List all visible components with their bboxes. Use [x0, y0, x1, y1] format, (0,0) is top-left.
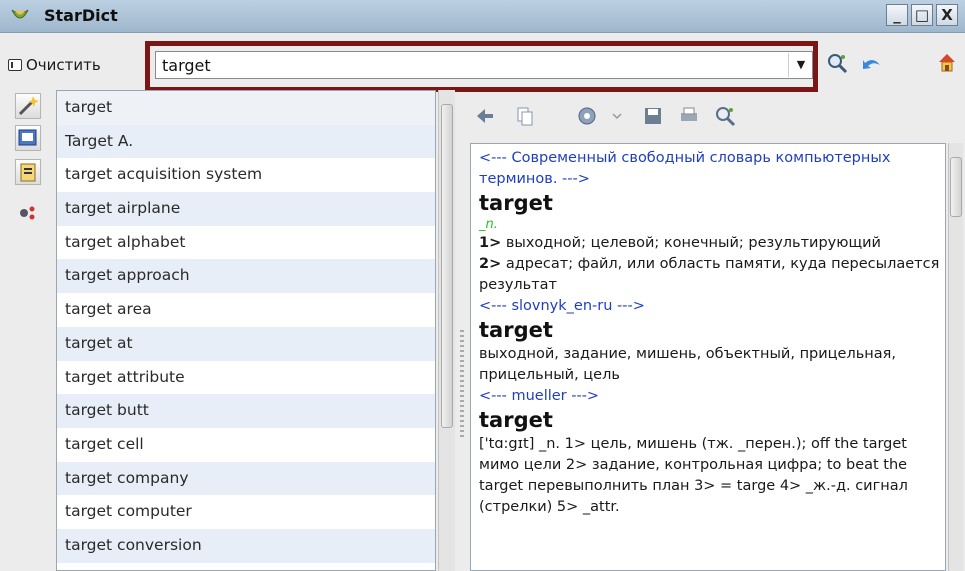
- main-toolbar: Очистить ▼: [0, 33, 965, 92]
- dictionary-source-label: <--- Современный свободный словарь компь…: [479, 150, 891, 187]
- maximize-button[interactable]: □: [911, 4, 933, 26]
- search-highlight-box: [145, 41, 818, 92]
- definition-scrollbar[interactable]: [948, 143, 963, 571]
- word-list[interactable]: target Target A. target acquisition syst…: [56, 90, 436, 571]
- definition-pane[interactable]: <--- Современный свободный словарь компь…: [470, 143, 946, 571]
- copy-icon[interactable]: [514, 105, 536, 127]
- headword: target: [479, 318, 553, 342]
- clipboard-icon: [20, 163, 36, 182]
- definition-toolbar: [470, 95, 950, 135]
- list-item[interactable]: target airplane: [57, 192, 435, 226]
- sense-text: выходной; целевой; конечный; результирую…: [501, 235, 881, 251]
- dictionary-icon: [18, 129, 37, 146]
- sense-number: 1>: [479, 235, 502, 251]
- list-item[interactable]: target butt: [57, 394, 435, 428]
- pane-splitter[interactable]: [460, 330, 464, 440]
- dict-manage-button[interactable]: [15, 125, 41, 151]
- scrollbar-thumb[interactable]: [950, 157, 962, 217]
- magic-wand-icon: [18, 96, 39, 116]
- back-icon[interactable]: [474, 105, 496, 127]
- list-item[interactable]: Target A.: [57, 124, 435, 159]
- back-arrow-icon[interactable]: [861, 53, 883, 75]
- search-icon[interactable]: [826, 52, 848, 74]
- print-icon[interactable]: [678, 105, 700, 127]
- list-item[interactable]: target at: [57, 326, 435, 361]
- headword: target: [479, 191, 553, 215]
- clear-button[interactable]: Очистить: [26, 56, 101, 74]
- list-item[interactable]: target conversion: [57, 528, 435, 563]
- list-item[interactable]: target: [57, 91, 435, 125]
- definition-line: 1> выходной; целевой; конечный; результи…: [479, 233, 945, 254]
- pronounce-icon[interactable]: [576, 105, 598, 127]
- stardict-logo-icon: [11, 9, 29, 19]
- dictionary-source-label: <--- slovnyk_en-ru --->: [479, 298, 645, 314]
- sense-number: 2>: [479, 256, 502, 272]
- dictionary-source-label: <--- mueller --->: [479, 388, 600, 404]
- word-list-scrollbar[interactable]: [438, 90, 455, 571]
- list-item[interactable]: target cell: [57, 428, 435, 462]
- clear-icon[interactable]: [8, 59, 22, 71]
- scrollbar-thumb[interactable]: [441, 104, 453, 428]
- save-icon[interactable]: [642, 105, 664, 127]
- search-in-definition-icon[interactable]: [714, 105, 736, 127]
- sense-text: адресат; файл, или область памяти, куда …: [479, 256, 940, 293]
- definition-line: выходной, задание, мишень, объектный, пр…: [479, 346, 896, 383]
- chevron-down-icon[interactable]: [610, 105, 624, 127]
- list-item[interactable]: target attribute: [57, 361, 435, 395]
- settings-icon[interactable]: [18, 203, 38, 223]
- list-item[interactable]: target computer: [57, 495, 435, 529]
- close-button[interactable]: X: [936, 4, 958, 26]
- result-list-button[interactable]: [15, 159, 41, 185]
- window-title: StarDict: [44, 6, 118, 25]
- part-of-speech: _n.: [479, 217, 498, 232]
- headword: target: [479, 408, 553, 432]
- list-item[interactable]: target company: [57, 461, 435, 496]
- left-rail: [8, 93, 48, 571]
- list-item[interactable]: target area: [57, 293, 435, 327]
- home-icon[interactable]: [936, 51, 958, 73]
- list-item[interactable]: target alphabet: [57, 226, 435, 260]
- list-item[interactable]: target acquisition system: [57, 158, 435, 192]
- minimize-button[interactable]: _: [886, 4, 908, 26]
- definition-line: 2> адресат; файл, или область памяти, ку…: [479, 254, 945, 296]
- title-bar: StarDict _ □ X: [0, 0, 965, 33]
- definition-line: ['tɑ:gɪt] _n. 1> цель, мишень (тж. _пере…: [479, 436, 908, 515]
- list-item[interactable]: target approach: [57, 259, 435, 294]
- fuzzy-search-button[interactable]: [15, 93, 41, 119]
